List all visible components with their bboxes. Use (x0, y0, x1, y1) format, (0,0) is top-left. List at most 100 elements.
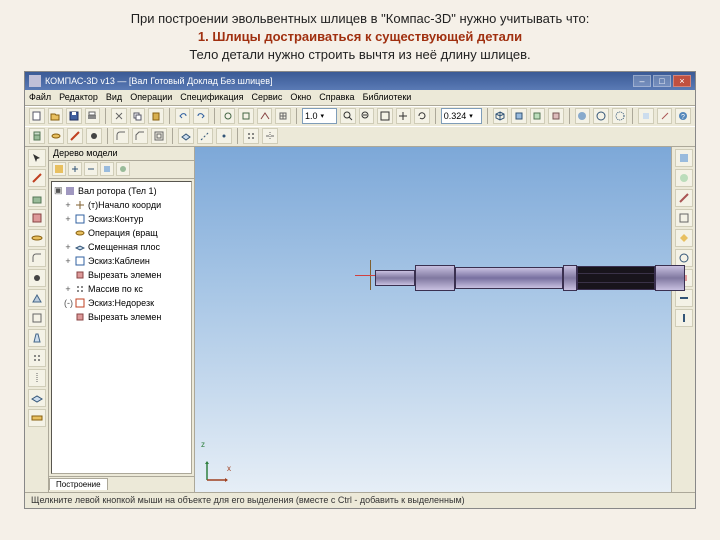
sketch-button[interactable] (67, 128, 83, 144)
menu-help[interactable]: Справка (319, 92, 354, 102)
tool-a4[interactable] (275, 108, 291, 124)
lt-mirror[interactable] (28, 369, 46, 387)
lt-draft[interactable] (28, 329, 46, 347)
pan-button[interactable] (396, 108, 412, 124)
statusbar: Щелкните левой кнопкой мыши на объекте д… (25, 492, 695, 508)
menu-file[interactable]: Файл (29, 92, 51, 102)
revolve-button[interactable] (48, 128, 64, 144)
rt-5[interactable] (675, 229, 693, 247)
save-button[interactable] (66, 108, 82, 124)
tree-root[interactable]: ▣ Вал ротора (Тел 1) (54, 184, 189, 198)
tree-item-7[interactable]: (-)Эскиз:Недорезк (54, 296, 189, 310)
menu-window[interactable]: Окно (290, 92, 311, 102)
model-tree-panel: Дерево модели ▣ Вал ротора (Тел 1) +(т)Н… (49, 147, 195, 492)
close-button[interactable]: × (673, 75, 691, 87)
rt-1[interactable] (675, 149, 693, 167)
axis-button[interactable] (197, 128, 213, 144)
rt-3[interactable] (675, 189, 693, 207)
tree-item-6[interactable]: +Массив по кс (54, 282, 189, 296)
menu-spec[interactable]: Спецификация (180, 92, 243, 102)
lt-pattern[interactable] (28, 349, 46, 367)
plane-button[interactable] (178, 128, 194, 144)
lt-select[interactable] (28, 149, 46, 167)
scale-field[interactable]: 1.0 (302, 108, 337, 124)
tree-tool-1[interactable] (52, 162, 66, 176)
tree-item-3[interactable]: +Смещенная плос (54, 240, 189, 254)
menu-view[interactable]: Вид (106, 92, 122, 102)
tree-tool-3[interactable] (84, 162, 98, 176)
op-icon (74, 227, 86, 239)
lt-rib[interactable] (28, 289, 46, 307)
lt-fillet[interactable] (28, 249, 46, 267)
view-top-button[interactable] (530, 108, 546, 124)
lt-measure[interactable] (28, 409, 46, 427)
rotate-button[interactable] (414, 108, 430, 124)
new-button[interactable] (29, 108, 45, 124)
minimize-button[interactable]: – (633, 75, 651, 87)
tree-item-2[interactable]: Операция (вращ (54, 226, 189, 240)
zoom-in-button[interactable] (340, 108, 356, 124)
pattern-button[interactable] (243, 128, 259, 144)
app-icon (29, 75, 41, 87)
print-button[interactable] (85, 108, 101, 124)
open-button[interactable] (48, 108, 64, 124)
tool-a2[interactable] (238, 108, 254, 124)
paste-button[interactable] (148, 108, 164, 124)
tree-tool-4[interactable] (100, 162, 114, 176)
tree-item-0[interactable]: +(т)Начало коорди (54, 198, 189, 212)
rt-8[interactable] (675, 289, 693, 307)
lt-extrude[interactable] (28, 189, 46, 207)
rt-2[interactable] (675, 169, 693, 187)
lt-hole[interactable] (28, 269, 46, 287)
tool-a1[interactable] (220, 108, 236, 124)
lt-plane[interactable] (28, 389, 46, 407)
rt-9[interactable] (675, 309, 693, 327)
tree-item-1[interactable]: +Эскиз:Контур (54, 212, 189, 226)
menu-edit[interactable]: Редактор (59, 92, 98, 102)
right-toolbar (671, 147, 695, 492)
menu-libs[interactable]: Библиотеки (363, 92, 412, 102)
tree-body[interactable]: ▣ Вал ротора (Тел 1) +(т)Начало коорди+Э… (51, 181, 192, 474)
menu-operations[interactable]: Операции (130, 92, 172, 102)
tree-tab-build[interactable]: Построение (49, 478, 108, 490)
point-button[interactable] (216, 128, 232, 144)
tree-item-5[interactable]: Вырезать элемен (54, 268, 189, 282)
hole-button[interactable] (86, 128, 102, 144)
main-toolbars: 1.0 0.324 ? (25, 106, 695, 147)
rt-4[interactable] (675, 209, 693, 227)
tree-item-4[interactable]: +Эскиз:Каблеин (54, 254, 189, 268)
zoom-out-button[interactable] (359, 108, 375, 124)
tool-b2[interactable] (657, 108, 673, 124)
wire-button[interactable] (593, 108, 609, 124)
viewport-3d[interactable]: x z (195, 147, 671, 492)
lt-shell[interactable] (28, 309, 46, 327)
help-button[interactable]: ? (675, 108, 691, 124)
tree-item-8[interactable]: Вырезать элемен (54, 310, 189, 324)
shade-button[interactable] (575, 108, 591, 124)
tree-tool-2[interactable] (68, 162, 82, 176)
view-side-button[interactable] (548, 108, 564, 124)
mirror-button[interactable] (262, 128, 278, 144)
redo-button[interactable] (193, 108, 209, 124)
fillet-button[interactable] (113, 128, 129, 144)
value-field[interactable]: 0.324 (441, 108, 482, 124)
tool-a3[interactable] (257, 108, 273, 124)
shell-button[interactable] (151, 128, 167, 144)
lt-revolve[interactable] (28, 229, 46, 247)
zoom-fit-button[interactable] (377, 108, 393, 124)
tool-b1[interactable] (638, 108, 654, 124)
chamfer-button[interactable] (132, 128, 148, 144)
menu-service[interactable]: Сервис (252, 92, 283, 102)
cut-button[interactable] (111, 108, 127, 124)
view-front-button[interactable] (511, 108, 527, 124)
hidden-button[interactable] (612, 108, 628, 124)
shaft-model[interactable] (375, 265, 685, 291)
tree-tool-5[interactable] (116, 162, 130, 176)
copy-button[interactable] (130, 108, 146, 124)
undo-button[interactable] (175, 108, 191, 124)
lt-cut[interactable] (28, 209, 46, 227)
extrude-button[interactable] (29, 128, 45, 144)
maximize-button[interactable]: □ (653, 75, 671, 87)
lt-sketch[interactable] (28, 169, 46, 187)
view-iso-button[interactable] (493, 108, 509, 124)
